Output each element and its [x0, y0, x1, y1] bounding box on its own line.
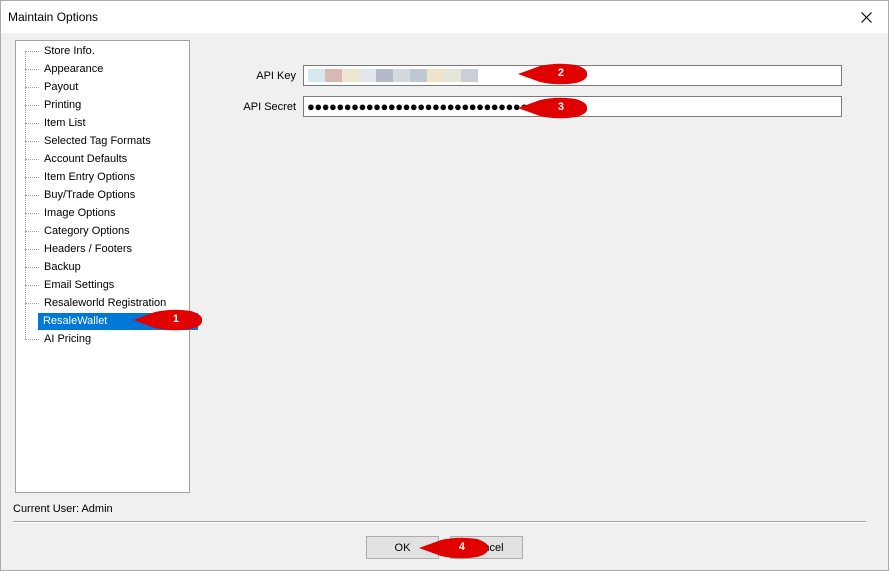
tree-item-appearance[interactable]: Appearance — [18, 60, 198, 78]
tree-item-headers-footers[interactable]: Headers / Footers — [18, 240, 198, 258]
callout-4: 4 — [419, 537, 489, 559]
tree-item-account-defaults[interactable]: Account Defaults — [18, 150, 198, 168]
tree-item-label: Payout — [44, 80, 79, 93]
tree-item-printing[interactable]: Printing — [18, 96, 198, 114]
tree-item-ai-pricing[interactable]: AI Pricing — [18, 330, 198, 348]
maintain-options-dialog: Maintain Options Store Info. Appearance … — [0, 0, 889, 571]
tree-item-email-settings[interactable]: Email Settings — [18, 276, 198, 294]
current-user-label: Current User: Admin — [13, 503, 113, 515]
title-bar: Maintain Options — [1, 1, 888, 33]
tree-item-payout[interactable]: Payout — [18, 78, 198, 96]
callout-number: 4 — [458, 541, 465, 553]
tree-item-item-entry-options[interactable]: Item Entry Options — [18, 168, 198, 186]
tree-item-label: Headers / Footers — [44, 242, 133, 255]
tree-item-label: Appearance — [44, 62, 104, 75]
callout-3: 3 — [518, 97, 588, 119]
callout-number: 2 — [557, 67, 564, 79]
tree-item-backup[interactable]: Backup — [18, 258, 198, 276]
api-key-label: API Key — [256, 70, 296, 82]
tree-item-buy-trade-options[interactable]: Buy/Trade Options — [18, 186, 198, 204]
tree-item-label: Selected Tag Formats — [44, 134, 151, 147]
tree-item-label: Item Entry Options — [44, 170, 136, 183]
tree-item-label: Store Info. — [44, 44, 95, 57]
footer-divider — [13, 521, 866, 523]
close-icon — [860, 11, 872, 23]
tree-item-label: Item List — [44, 116, 86, 129]
tree-item-category-options[interactable]: Category Options — [18, 222, 198, 240]
callout-number: 1 — [172, 313, 179, 325]
tree-item-label: Printing — [44, 98, 82, 111]
tree-item-label: Account Defaults — [44, 152, 128, 165]
tree-item-label: AI Pricing — [44, 332, 92, 345]
callout-2: 2 — [518, 63, 588, 85]
tree-item-item-list[interactable]: Item List — [18, 114, 198, 132]
tree-item-store-info[interactable]: Store Info. — [18, 42, 198, 60]
options-tree[interactable]: Store Info. Appearance Payout Printing I… — [15, 40, 198, 493]
api-secret-label: API Secret — [243, 101, 296, 113]
window-title: Maintain Options — [8, 10, 99, 24]
tree-item-image-options[interactable]: Image Options — [18, 204, 198, 222]
tree-item-label: Image Options — [44, 206, 116, 219]
api-secret-masked-value: ●●●●●●●●●●●●●●●●●●●●●●●●●●●●●●●● — [307, 99, 543, 114]
close-button[interactable] — [844, 1, 888, 33]
tree-item-label: Buy/Trade Options — [44, 188, 136, 201]
ok-button-label: OK — [394, 541, 411, 554]
callout-number: 3 — [557, 101, 564, 113]
tree-item-label: Backup — [44, 260, 81, 273]
redacted-value — [308, 69, 478, 82]
callout-1: 1 — [133, 309, 203, 331]
tree-item-selected-tag-formats[interactable]: Selected Tag Formats — [18, 132, 198, 150]
tree-item-label: Category Options — [44, 224, 130, 237]
tree-item-label: Email Settings — [44, 278, 115, 291]
